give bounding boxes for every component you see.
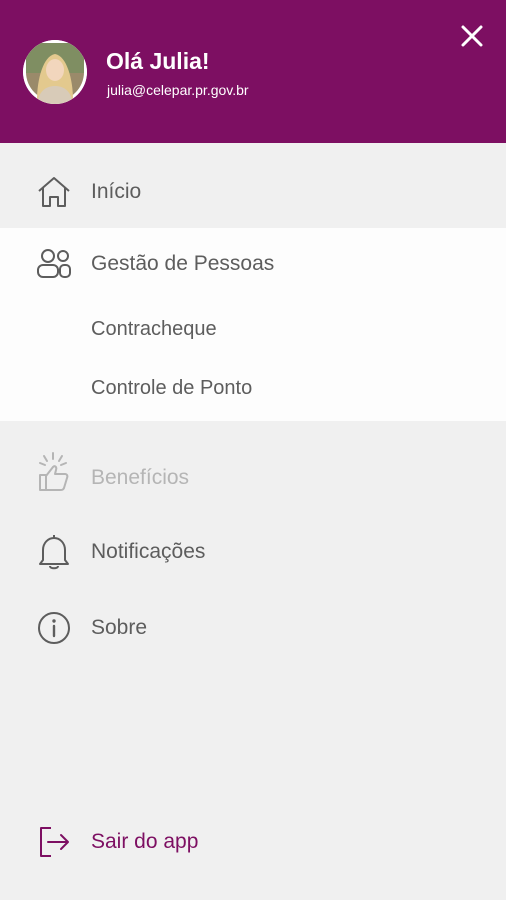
menu-label-beneficios: Benefícios	[91, 466, 190, 489]
user-avatar[interactable]	[23, 40, 87, 104]
close-icon[interactable]	[456, 20, 488, 52]
logout-icon	[36, 824, 72, 860]
submenu-label-controle-ponto: Controle de Ponto	[91, 377, 253, 399]
home-icon	[36, 174, 72, 210]
logout-label: Sair do app	[91, 830, 199, 853]
submenu-label-contracheque: Contracheque	[91, 318, 217, 340]
menu-item-notificacoes[interactable]: Notificações	[0, 516, 506, 588]
menu-item-beneficios: Benefícios	[0, 442, 506, 514]
menu-label-inicio: Início	[91, 180, 142, 203]
bell-icon	[36, 532, 72, 570]
menu-label-sobre: Sobre	[91, 616, 148, 639]
menu-item-gestao-pessoas[interactable]: Gestão de Pessoas	[0, 228, 506, 300]
logout-button[interactable]: Sair do app	[0, 806, 506, 878]
drawer-header: Olá Julia! julia@celepar.pr.gov.br	[0, 0, 506, 143]
menu-label-notificacoes: Notificações	[91, 540, 206, 563]
menu-label-gestao-pessoas: Gestão de Pessoas	[91, 252, 275, 275]
greeting-title: Olá Julia!	[106, 48, 210, 74]
people-icon	[36, 246, 72, 282]
submenu-item-contracheque[interactable]: Contracheque	[0, 302, 506, 358]
menu-item-inicio[interactable]: Início	[0, 156, 506, 228]
menu-item-sobre[interactable]: Sobre	[0, 592, 506, 664]
info-icon	[36, 610, 72, 646]
user-email: julia@celepar.pr.gov.br	[107, 82, 249, 98]
submenu-item-controle-ponto[interactable]: Controle de Ponto	[0, 361, 506, 417]
thumbs-up-icon	[36, 452, 72, 491]
